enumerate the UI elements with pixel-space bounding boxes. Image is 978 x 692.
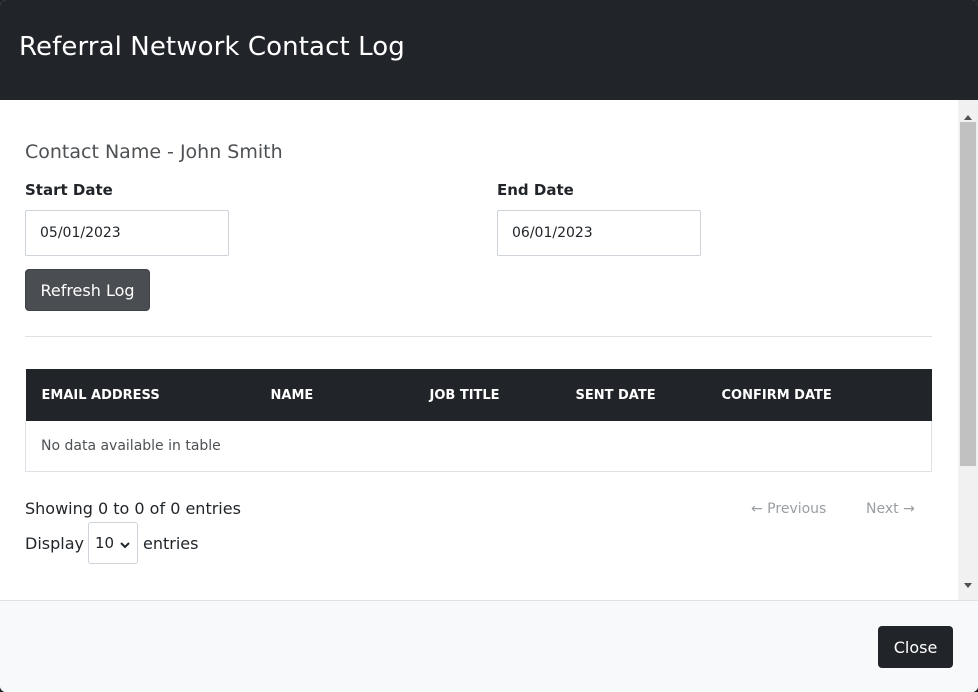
table-info: Showing 0 to 0 of 0 entries	[25, 499, 241, 518]
start-date-input[interactable]	[25, 210, 229, 256]
display-label: Display	[25, 533, 84, 553]
chevron-down-icon	[119, 537, 131, 555]
end-date-input[interactable]	[497, 210, 701, 256]
empty-table-message: No data available in table	[25, 421, 932, 472]
divider	[25, 336, 932, 337]
column-header-name[interactable]: NAME	[255, 369, 414, 421]
entries-label: entries	[142, 533, 199, 553]
column-header-sent-date[interactable]: SENT DATE	[560, 369, 706, 421]
modal-title: Referral Network Contact Log	[19, 32, 405, 62]
end-date-label: End Date	[497, 181, 574, 199]
contact-name: Contact Name - John Smith	[25, 141, 283, 163]
modal-scrollbar[interactable]	[958, 100, 978, 600]
scrollbar-thumb[interactable]	[960, 122, 976, 466]
scroll-down-arrow-icon[interactable]	[963, 575, 973, 594]
page-length-control: Display 10 entries	[25, 522, 198, 564]
start-date-label: Start Date	[25, 181, 113, 199]
modal-body: Contact Name - John Smith Start Date End…	[0, 100, 958, 600]
column-header-job-title[interactable]: JOB TITLE	[414, 369, 560, 421]
modal-footer: Close	[0, 600, 978, 692]
contact-log-table-wrap: EMAIL ADDRESS NAME JOB TITLE SENT DATE C…	[25, 369, 932, 472]
table-row: No data available in table	[25, 421, 932, 472]
table-header-row: EMAIL ADDRESS NAME JOB TITLE SENT DATE C…	[25, 369, 932, 421]
previous-page-link[interactable]: ← Previous	[751, 501, 826, 517]
page-length-value: 10	[94, 534, 115, 552]
contact-log-table: EMAIL ADDRESS NAME JOB TITLE SENT DATE C…	[25, 369, 932, 472]
column-header-email[interactable]: EMAIL ADDRESS	[26, 369, 255, 421]
modal-header: Referral Network Contact Log	[0, 0, 978, 100]
column-header-confirm-date[interactable]: CONFIRM DATE	[706, 369, 932, 421]
refresh-log-button[interactable]: Refresh Log	[25, 269, 150, 311]
next-page-link[interactable]: Next →	[866, 501, 915, 517]
page-length-select[interactable]: 10	[87, 522, 138, 564]
contact-log-modal: Referral Network Contact Log Contact Nam…	[0, 0, 978, 692]
close-button[interactable]: Close	[878, 626, 953, 668]
